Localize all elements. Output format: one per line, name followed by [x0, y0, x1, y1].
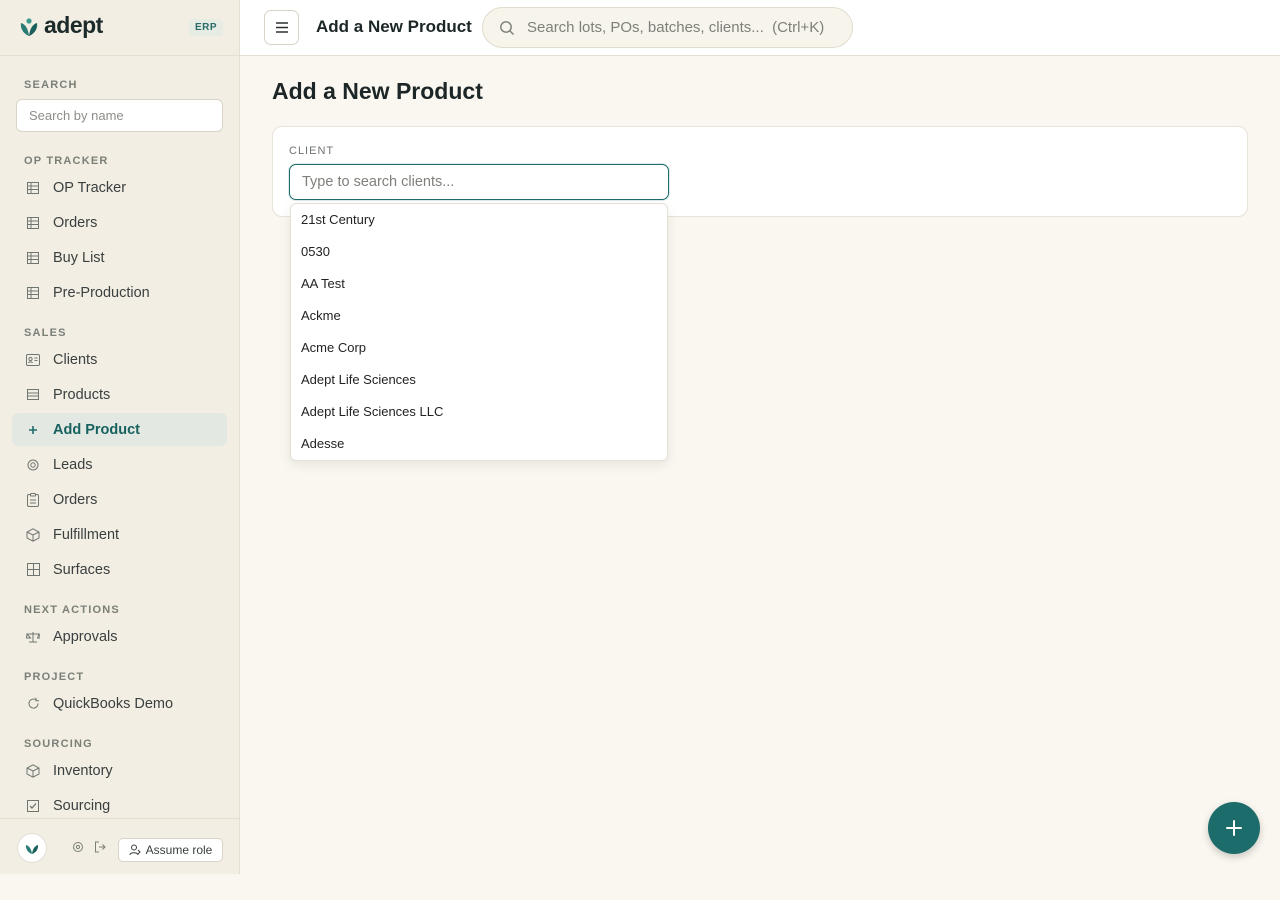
global-search-input[interactable] — [527, 19, 852, 36]
sidebar-item-label: Pre-Production — [53, 284, 150, 301]
global-search[interactable] — [482, 7, 853, 48]
logout-icon[interactable] — [93, 840, 107, 854]
sidebar-item-products[interactable]: Products — [12, 378, 227, 411]
sidebar-item-leads[interactable]: Leads — [12, 448, 227, 481]
scale-icon — [25, 629, 41, 645]
leaf-icon — [25, 845, 39, 854]
sidebar-item-label: Sourcing — [53, 797, 111, 814]
package-icon — [25, 527, 41, 543]
hamburger-icon — [275, 22, 288, 33]
client-option[interactable]: Acme Corp — [291, 331, 667, 363]
sidebar-item-label: Approvals — [53, 628, 118, 645]
sidebar: adept ERP SEARCH OP TRACKER OP Tracker O… — [0, 0, 240, 874]
sidebar-search-input[interactable] — [16, 99, 223, 132]
sidebar-item-label: Clients — [53, 351, 98, 368]
sidebar-item-label: Add Product — [53, 421, 140, 438]
sidebar-item-add-product[interactable]: Add Product — [12, 413, 227, 446]
brand-header: adept ERP — [0, 0, 240, 56]
sidebar-item-orders[interactable]: Orders — [12, 206, 227, 239]
plus-icon — [25, 422, 41, 438]
sidebar-item-approvals[interactable]: Approvals — [12, 620, 227, 653]
sidebar-item-fulfillment[interactable]: Fulfillment — [12, 518, 227, 551]
box-icon — [25, 763, 41, 779]
target-icon — [25, 457, 41, 473]
grid-icon — [25, 562, 41, 578]
table-icon — [25, 215, 41, 231]
section-label-project: PROJECT — [24, 671, 85, 683]
table-icon — [25, 285, 41, 301]
sidebar-item-label: OP Tracker — [53, 179, 127, 196]
avatar[interactable] — [17, 833, 47, 863]
sidebar-item-label: Surfaces — [53, 561, 111, 578]
sidebar-item-label: Leads — [53, 456, 93, 473]
sidebar-item-op-tracker[interactable]: OP Tracker — [12, 171, 227, 204]
sidebar-footer: Assume role — [0, 818, 240, 874]
sidebar-item-label: Buy List — [53, 249, 105, 266]
sidebar-item-label: QuickBooks Demo — [53, 695, 174, 712]
section-label-op-tracker: OP TRACKER — [24, 155, 109, 167]
assume-role-label: Assume role — [145, 843, 213, 857]
sidebar-item-inventory[interactable]: Inventory — [12, 754, 227, 787]
client-option[interactable]: Adept Life Sciences LLC — [291, 395, 667, 427]
search-section-label: SEARCH — [24, 79, 78, 91]
client-field-label: CLIENT — [289, 145, 335, 157]
topbar: Add a New Product — [240, 0, 1280, 56]
checkbox-icon — [25, 798, 41, 814]
sidebar-item-label: Inventory — [53, 762, 113, 779]
table-icon — [25, 180, 41, 196]
list-icon — [25, 387, 41, 403]
client-search-input[interactable] — [289, 164, 669, 200]
sidebar-item-clients[interactable]: Clients — [12, 343, 227, 376]
client-option[interactable]: AA Test — [291, 267, 667, 299]
menu-toggle-button[interactable] — [264, 10, 299, 45]
topbar-title: Add a New Product — [316, 17, 472, 36]
sidebar-item-label: Orders — [53, 491, 98, 508]
search-icon — [500, 20, 514, 35]
user-switch-icon — [128, 844, 141, 856]
sidebar-item-label: Products — [53, 386, 111, 403]
id-card-icon — [25, 352, 41, 368]
sidebar-item-buy-list[interactable]: Buy List — [12, 241, 227, 274]
sidebar-item-sales-orders[interactable]: Orders — [12, 483, 227, 516]
client-option[interactable]: 21st Century — [291, 203, 667, 235]
client-option[interactable]: Ackme — [291, 299, 667, 331]
section-label-sales: SALES — [24, 327, 67, 339]
settings-icon[interactable] — [71, 840, 85, 854]
adept-logo-icon — [20, 18, 38, 36]
client-option[interactable]: Adept Life Sciences — [291, 363, 667, 395]
section-label-next-actions: NEXT ACTIONS — [24, 604, 120, 616]
sidebar-item-pre-production[interactable]: Pre-Production — [12, 276, 227, 309]
sidebar-item-label: Fulfillment — [53, 526, 120, 543]
client-option[interactable]: 0530 — [291, 235, 667, 267]
client-dropdown: 21st Century 0530 AA Test Ackme Acme Cor… — [290, 203, 668, 461]
add-fab-button[interactable] — [1208, 802, 1260, 854]
page-title: Add a New Product — [272, 78, 483, 104]
assume-role-button[interactable]: Assume role — [118, 838, 223, 862]
section-label-sourcing: SOURCING — [24, 738, 93, 750]
sidebar-item-quickbooks-demo[interactable]: QuickBooks Demo — [12, 687, 227, 720]
clipboard-icon — [25, 492, 41, 508]
sidebar-item-label: Orders — [53, 214, 98, 231]
erp-badge: ERP — [189, 19, 224, 36]
plus-icon — [1226, 820, 1242, 836]
brand-name: adept — [44, 12, 103, 38]
client-option[interactable]: Adesse — [291, 427, 667, 459]
refresh-icon — [25, 696, 41, 712]
table-icon — [25, 250, 41, 266]
sidebar-item-surfaces[interactable]: Surfaces — [12, 553, 227, 586]
